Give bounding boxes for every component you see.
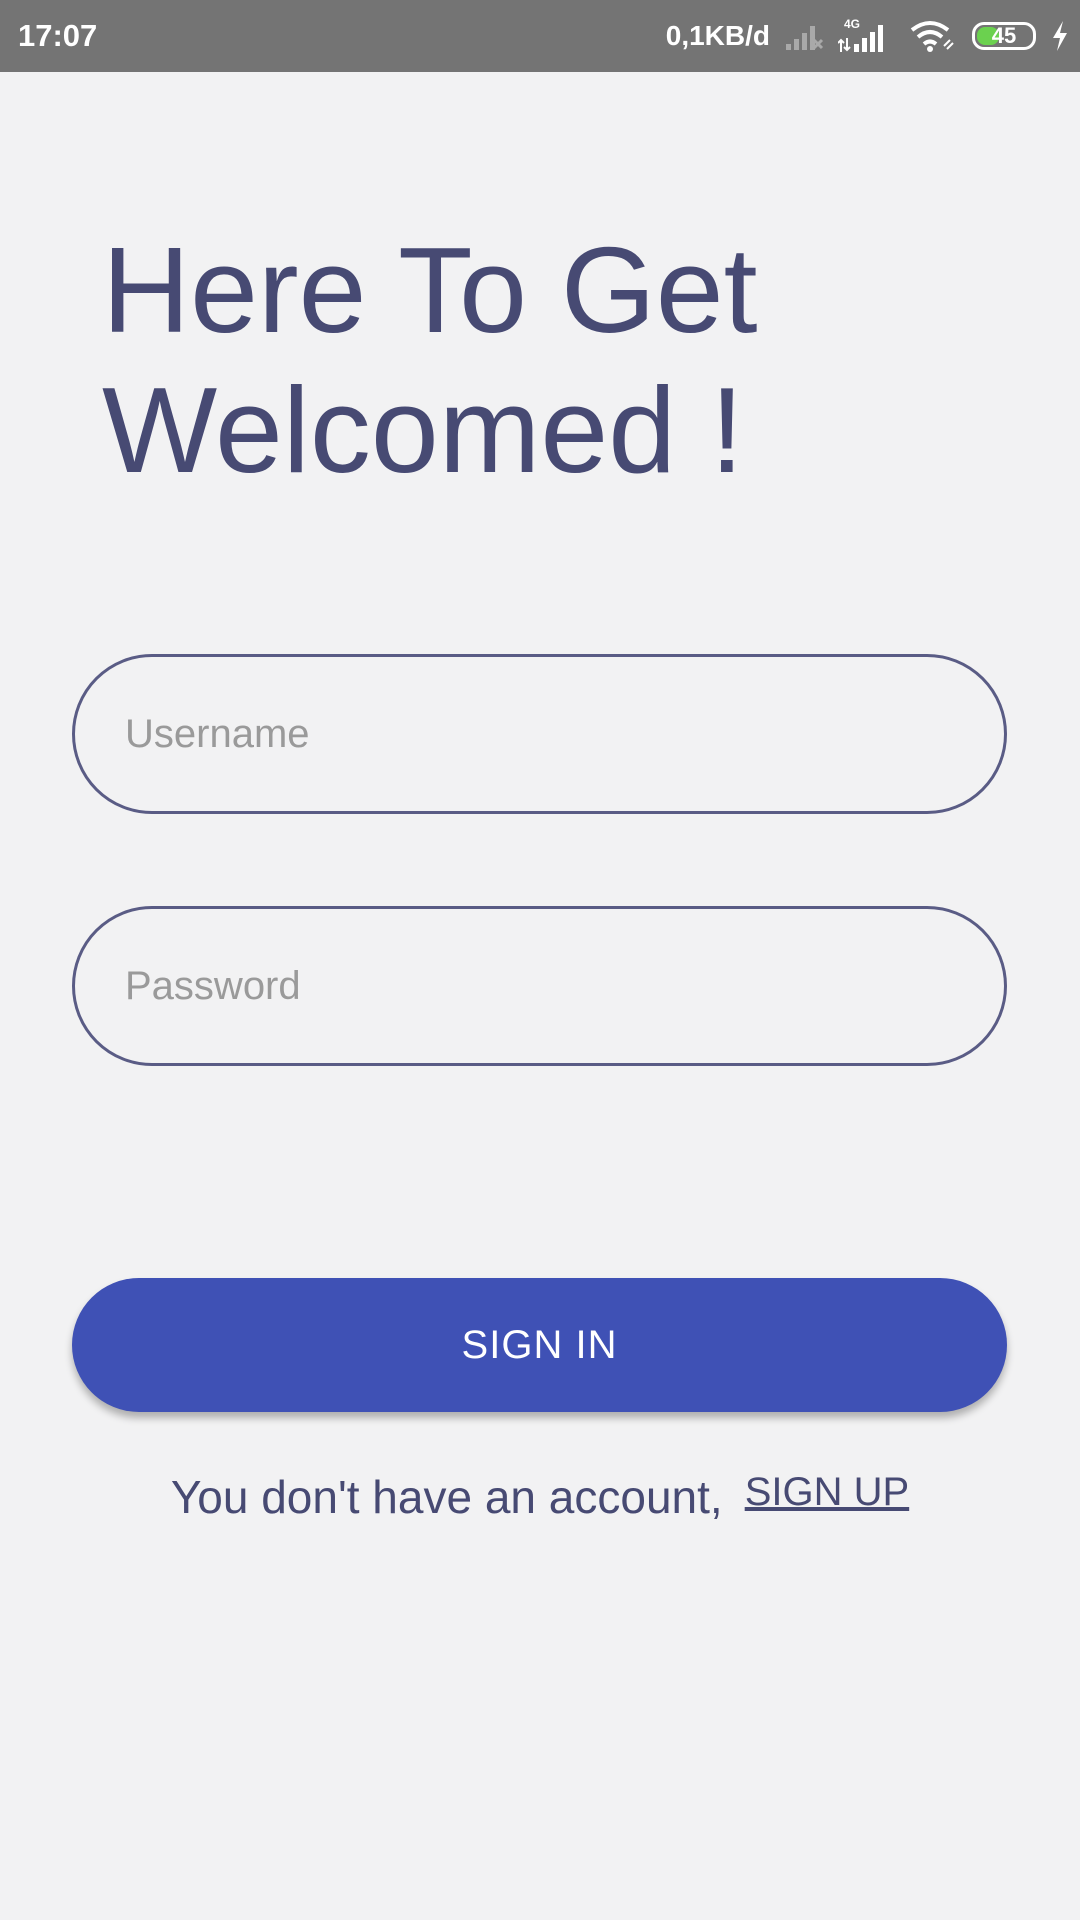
status-time: 17:07 bbox=[18, 18, 98, 53]
login-screen: 17:07 0,1KB/d 4G 45 Here To Get Welcomed… bbox=[0, 0, 1080, 1920]
signal-4g-icon: 4G bbox=[838, 17, 883, 52]
status-bar: 17:07 0,1KB/d 4G 45 bbox=[0, 0, 1080, 72]
password-input[interactable] bbox=[75, 909, 1004, 1063]
password-field-container bbox=[72, 906, 1007, 1066]
signal-no-sim-icon bbox=[786, 26, 824, 50]
sign-up-link[interactable]: SIGN UP bbox=[745, 1470, 909, 1515]
title-line-1: Here To Get bbox=[102, 222, 758, 358]
network-speed: 0,1KB/d bbox=[665, 20, 770, 51]
signup-row: You don't have an account, SIGN UP bbox=[0, 1470, 1080, 1524]
wifi-icon bbox=[910, 21, 954, 52]
battery-level: 45 bbox=[991, 23, 1017, 48]
username-input[interactable] bbox=[75, 657, 1004, 811]
username-field-container bbox=[72, 654, 1007, 814]
network-type-label: 4G bbox=[844, 17, 860, 31]
charging-icon bbox=[1053, 21, 1067, 51]
battery-icon: 45 bbox=[972, 22, 1036, 50]
signup-prompt: You don't have an account, bbox=[170, 1471, 723, 1523]
title-line-2: Welcomed ! bbox=[102, 362, 744, 498]
status-icons: 0,1KB/d 4G 45 bbox=[666, 0, 1070, 72]
sign-in-button[interactable]: SIGN IN bbox=[72, 1278, 1007, 1412]
page-title: Here To Get Welcomed ! bbox=[102, 220, 962, 500]
